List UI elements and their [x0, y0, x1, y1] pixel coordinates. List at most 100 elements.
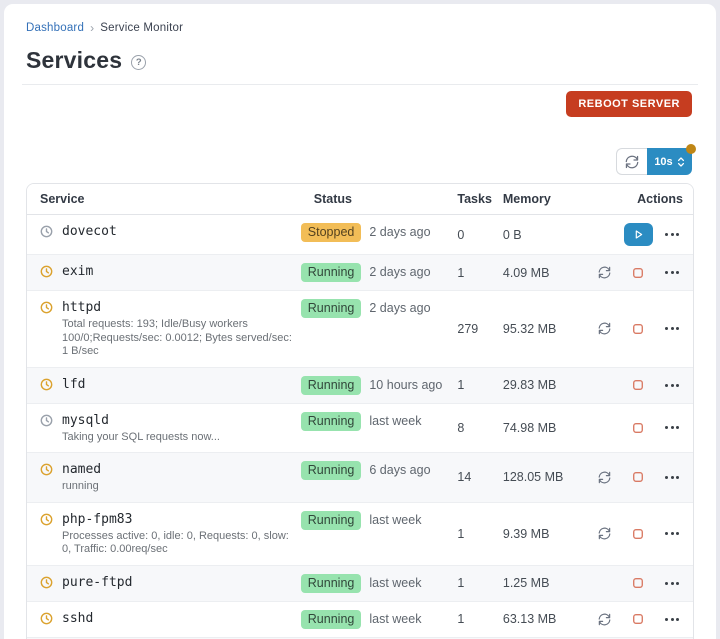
clock-icon: [40, 463, 53, 494]
memory-value: 95.32 MB: [502, 321, 557, 336]
status-updated-time: 2 days ago: [369, 265, 431, 279]
row-menu-button[interactable]: [665, 271, 679, 274]
row-menu-button[interactable]: [665, 383, 679, 387]
service-name: pure-ftpd: [62, 574, 133, 590]
status-badge: Running: [300, 510, 362, 530]
stop-icon[interactable]: [632, 528, 644, 540]
service-name: httpd: [62, 300, 102, 315]
service-description: Taking your SQL requests now...: [62, 430, 220, 443]
service-row: exim Running 2 days ago 1 4.09 MB: [27, 254, 693, 291]
status-updated-time: last week: [369, 413, 422, 428]
restart-icon[interactable]: [598, 322, 611, 335]
tasks-count: 279: [457, 321, 479, 336]
service-row: named running Running 6 days ago 14 128.0…: [27, 452, 693, 502]
services-table-body: dovecot Stopped 2 days ago 0 0 B exim Ru…: [27, 215, 693, 639]
service-name: dovecot: [62, 224, 117, 239]
content-panel: Dashboard › Service Monitor Services ? R…: [4, 4, 716, 639]
restart-icon[interactable]: [598, 471, 611, 484]
clock-icon: [40, 612, 53, 627]
ellipsis-icon: [665, 327, 679, 331]
restart-icon[interactable]: [598, 527, 611, 540]
start-button[interactable]: [623, 223, 653, 246]
restart-icon[interactable]: [598, 613, 611, 626]
tasks-count: 1: [457, 612, 465, 626]
page-title: Services: [26, 47, 123, 73]
row-menu-button[interactable]: [665, 617, 679, 621]
service-name: php-fpm83: [62, 511, 133, 527]
row-menu-button[interactable]: [665, 581, 679, 585]
memory-value: 0 B: [502, 227, 522, 242]
title-row: Services ?: [4, 35, 716, 74]
service-name: mysqld: [62, 412, 109, 428]
row-menu-button[interactable]: [665, 426, 679, 430]
service-row: sshd Running last week 1 63.13 MB: [27, 601, 693, 637]
status-badge: Running: [300, 299, 362, 318]
service-name: lfd: [62, 376, 86, 392]
status-badge: Running: [300, 609, 362, 629]
clock-icon: [40, 576, 53, 591]
row-menu-button[interactable]: [665, 327, 679, 331]
memory-value: 29.83 MB: [502, 378, 557, 392]
stop-icon[interactable]: [632, 577, 644, 589]
refresh-icon: [625, 155, 639, 169]
status-updated-time: 6 days ago: [369, 463, 431, 477]
status-badge: Running: [300, 375, 362, 395]
status-badge: Running: [300, 461, 362, 480]
stop-icon[interactable]: [632, 613, 644, 625]
memory-value: 4.09 MB: [502, 265, 550, 280]
tasks-count: 0: [457, 227, 465, 242]
service-name: sshd: [62, 610, 94, 626]
table-header-row: Service Status Tasks Memory Actions: [27, 184, 693, 215]
service-description: Processes active: 0, idle: 0, Requests: …: [62, 529, 289, 556]
stop-icon[interactable]: [632, 471, 644, 483]
breadcrumb-separator-icon: ›: [90, 21, 95, 35]
status-updated-time: last week: [369, 611, 422, 626]
status-badge: Running: [300, 263, 362, 282]
status-badge: Running: [300, 411, 362, 431]
clock-icon: [40, 301, 53, 359]
refresh-interval-select[interactable]: 10s: [647, 148, 692, 175]
refresh-controls: 10s: [616, 144, 696, 175]
service-row: dovecot Stopped 2 days ago 0 0 B: [27, 215, 693, 255]
breadcrumb-current: Service Monitor: [100, 22, 184, 34]
service-row: pure-ftpd Running last week 1 1.25 MB: [27, 565, 693, 601]
clock-icon: [40, 225, 53, 240]
refresh-button[interactable]: [616, 148, 647, 175]
status-badge: Stopped: [300, 223, 362, 242]
breadcrumb: Dashboard › Service Monitor: [4, 4, 716, 35]
status-updated-time: 10 hours ago: [369, 377, 443, 392]
service-name: exim: [62, 264, 94, 279]
toolbar: REBOOT SERVER: [4, 85, 716, 117]
stop-icon[interactable]: [632, 323, 644, 335]
row-menu-button[interactable]: [665, 532, 679, 535]
ellipsis-icon: [665, 383, 679, 387]
status-badge: Running: [300, 573, 362, 593]
memory-value: 128.05 MB: [502, 470, 564, 485]
ellipsis-icon: [665, 475, 679, 479]
stop-icon[interactable]: [632, 422, 644, 434]
help-icon[interactable]: ?: [131, 54, 147, 70]
service-row: php-fpm83 Processes active: 0, idle: 0, …: [27, 502, 693, 565]
tasks-count: 1: [457, 576, 465, 590]
breadcrumb-link-dashboard[interactable]: Dashboard: [26, 22, 84, 34]
memory-value: 9.39 MB: [502, 526, 550, 541]
chevron-up-down-icon: [677, 156, 685, 168]
column-header-tasks: Tasks: [457, 184, 503, 215]
reboot-server-button[interactable]: REBOOT SERVER: [566, 91, 692, 117]
column-header-memory: Memory: [502, 184, 593, 215]
restart-icon[interactable]: [598, 266, 611, 279]
stop-icon[interactable]: [632, 267, 644, 279]
stop-icon[interactable]: [632, 379, 644, 391]
service-description: Total requests: 193; Idle/Busy workers 1…: [62, 318, 292, 357]
row-menu-button[interactable]: [665, 233, 679, 236]
notification-dot: [686, 144, 696, 154]
memory-value: 74.98 MB: [502, 420, 557, 435]
row-menu-button[interactable]: [665, 475, 679, 479]
refresh-interval-value: 10s: [654, 155, 673, 168]
ellipsis-icon: [665, 617, 679, 621]
service-row: mysqld Taking your SQL requests now... R…: [27, 403, 693, 453]
memory-value: 1.25 MB: [502, 576, 550, 590]
clock-icon: [40, 414, 53, 445]
refresh-row: 10s: [4, 117, 716, 175]
ellipsis-icon: [665, 271, 679, 274]
